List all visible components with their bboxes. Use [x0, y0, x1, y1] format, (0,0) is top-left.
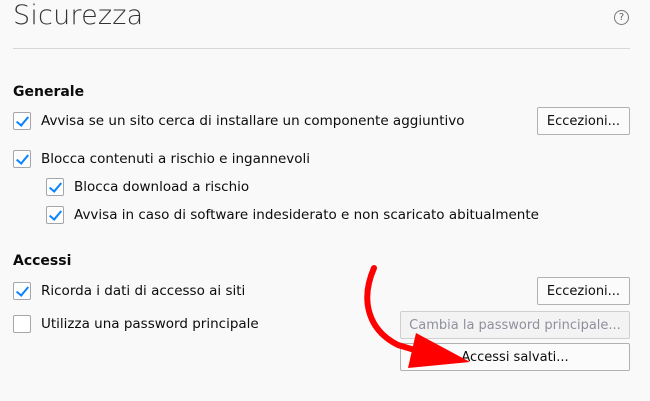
block-downloads-label[interactable]: Blocca download a rischio	[74, 179, 249, 195]
addons-exceptions-button[interactable]: Eccezioni...	[537, 107, 630, 135]
warn-unwanted-label[interactable]: Avvisa in caso di software indesiderato …	[74, 207, 539, 223]
logins-exceptions-button[interactable]: Eccezioni...	[537, 277, 630, 305]
block-downloads-checkbox[interactable]	[46, 178, 64, 196]
block-dangerous-row: Blocca contenuti a rischio e ingannevoli	[13, 150, 310, 168]
warn-unwanted-row: Avvisa in caso di software indesiderato …	[46, 206, 539, 224]
block-downloads-row: Blocca download a rischio	[46, 178, 249, 196]
block-dangerous-label[interactable]: Blocca contenuti a rischio e ingannevoli	[41, 151, 310, 167]
addons-warn-label[interactable]: Avvisa se un sito cerca di installare un…	[41, 113, 464, 129]
title-divider	[13, 48, 630, 49]
remember-logins-label[interactable]: Ricorda i dati di accesso ai siti	[41, 283, 245, 299]
security-preferences-page: Sicurezza ? Generale Avvisa se un sito c…	[0, 0, 650, 401]
change-master-password-button[interactable]: Cambia la password principale...	[400, 311, 630, 339]
addons-warn-checkbox[interactable]	[13, 112, 31, 130]
master-password-checkbox[interactable]	[13, 315, 31, 333]
addons-warn-row: Avvisa se un sito cerca di installare un…	[13, 112, 464, 130]
section-heading-logins: Accessi	[13, 253, 72, 269]
annotation-arrow-icon	[364, 265, 470, 368]
warn-unwanted-checkbox[interactable]	[46, 206, 64, 224]
section-heading-general: Generale	[13, 84, 85, 100]
master-password-row: Utilizza una password principale	[13, 315, 259, 333]
saved-logins-button[interactable]: Accessi salvati...	[400, 343, 630, 371]
block-dangerous-checkbox[interactable]	[13, 150, 31, 168]
help-icon[interactable]: ?	[614, 10, 629, 25]
remember-logins-checkbox[interactable]	[13, 282, 31, 300]
remember-logins-row: Ricorda i dati di accesso ai siti	[13, 282, 245, 300]
master-password-label[interactable]: Utilizza una password principale	[41, 316, 259, 332]
page-title: Sicurezza	[13, 0, 144, 31]
